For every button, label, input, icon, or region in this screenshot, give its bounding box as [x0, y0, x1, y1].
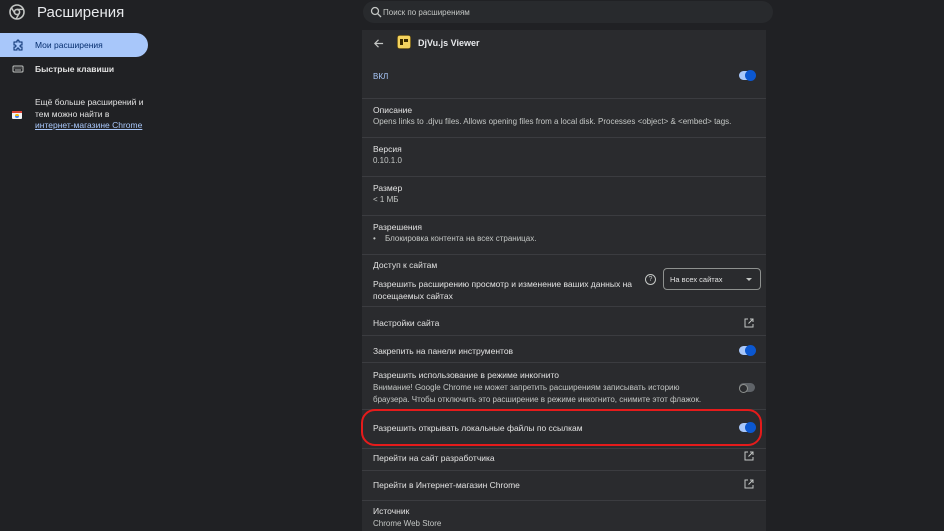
- source-section: Источник Chrome Web Store: [362, 500, 766, 531]
- file-urls-toggle[interactable]: [739, 422, 756, 433]
- webstore-icon: [12, 111, 22, 119]
- back-arrow-icon[interactable]: [373, 38, 384, 49]
- open-in-new-icon[interactable]: [744, 451, 754, 461]
- top-bar: Расширения: [0, 0, 944, 28]
- search-input[interactable]: [383, 1, 763, 23]
- version-value: 0.10.1.0: [373, 156, 402, 165]
- description-text: Opens links to .djvu files. Allows openi…: [373, 117, 732, 126]
- site-settings-row[interactable]: Настройки сайта: [362, 306, 766, 335]
- file-urls-row: Разрешить открывать локальные файлы по с…: [362, 409, 766, 448]
- permission-bullet: •: [373, 234, 376, 243]
- source-title: Источник: [373, 506, 410, 516]
- description-title: Описание: [373, 105, 413, 115]
- extension-details-panel: DjVu.js Viewer ВКЛ Описание Opens links …: [362, 30, 766, 531]
- incognito-toggle[interactable]: [739, 383, 755, 393]
- sidebar-item-label: Быстрые клавиши: [35, 64, 115, 74]
- search-box[interactable]: [363, 1, 773, 23]
- search-icon: [370, 6, 382, 18]
- webstore-link[interactable]: интернет-магазине Chrome: [35, 120, 142, 130]
- version-title: Версия: [373, 144, 402, 154]
- sidebar-item-shortcuts[interactable]: Быстрые клавиши: [0, 57, 148, 81]
- webstore-label: Перейти в Интернет-магазин Chrome: [373, 480, 520, 490]
- incognito-text: Внимание! Google Chrome не может запрети…: [373, 383, 702, 404]
- site-access-select[interactable]: На всех сайтах: [663, 268, 761, 290]
- page-title: Расширения: [37, 4, 125, 21]
- permissions-title: Разрешения: [373, 222, 422, 232]
- enabled-label: ВКЛ: [373, 72, 389, 81]
- size-section: Размер < 1 МБ: [362, 176, 766, 215]
- sidebar-item-label: Мои расширения: [35, 40, 103, 50]
- permission-item: Блокировка контента на всех страницах.: [385, 234, 537, 243]
- site-access-title: Доступ к сайтам: [373, 260, 438, 270]
- site-settings-label: Настройки сайта: [373, 318, 440, 328]
- chevron-down-icon: [746, 278, 752, 281]
- incognito-row: Разрешить использование в режиме инкогни…: [362, 362, 766, 409]
- keyboard-icon: [12, 65, 24, 73]
- sidebar-item-my-extensions[interactable]: Мои расширения: [0, 33, 148, 57]
- help-icon[interactable]: ?: [645, 274, 656, 285]
- size-value: < 1 МБ: [373, 195, 399, 204]
- extension-icon: [397, 35, 411, 49]
- size-title: Размер: [373, 183, 403, 193]
- webstore-row[interactable]: Перейти в Интернет-магазин Chrome: [362, 470, 766, 500]
- extension-name: DjVu.js Viewer: [418, 38, 480, 48]
- description-section: Описание Opens links to .djvu files. All…: [362, 98, 766, 137]
- puzzle-icon: [13, 39, 23, 51]
- site-access-value: На всех сайтах: [670, 275, 723, 284]
- webstore-promo: Ещё больше расширений и тем можно найти …: [35, 97, 144, 130]
- details-header: DjVu.js Viewer: [362, 30, 766, 58]
- open-in-new-icon[interactable]: [744, 479, 754, 489]
- pin-toolbar-label: Закрепить на панели инструментов: [373, 346, 514, 356]
- open-in-new-icon[interactable]: [744, 318, 754, 328]
- incognito-title: Разрешить использование в режиме инкогни…: [373, 370, 560, 380]
- version-section: Версия 0.10.1.0: [362, 137, 766, 176]
- pin-toolbar-row: Закрепить на панели инструментов: [362, 335, 766, 362]
- site-access-text: Разрешить расширению просмотр и изменени…: [373, 279, 633, 301]
- pin-toolbar-toggle[interactable]: [739, 345, 756, 356]
- site-access-section: Доступ к сайтам Разрешить расширению про…: [362, 254, 766, 306]
- permissions-section: Разрешения • Блокировка контента на всех…: [362, 215, 766, 254]
- chrome-logo-icon: [9, 4, 25, 20]
- source-value: Chrome Web Store: [373, 519, 442, 528]
- enable-toggle[interactable]: [739, 70, 756, 81]
- developer-site-label: Перейти на сайт разработчика: [373, 453, 495, 463]
- file-urls-label: Разрешить открывать локальные файлы по с…: [373, 423, 583, 433]
